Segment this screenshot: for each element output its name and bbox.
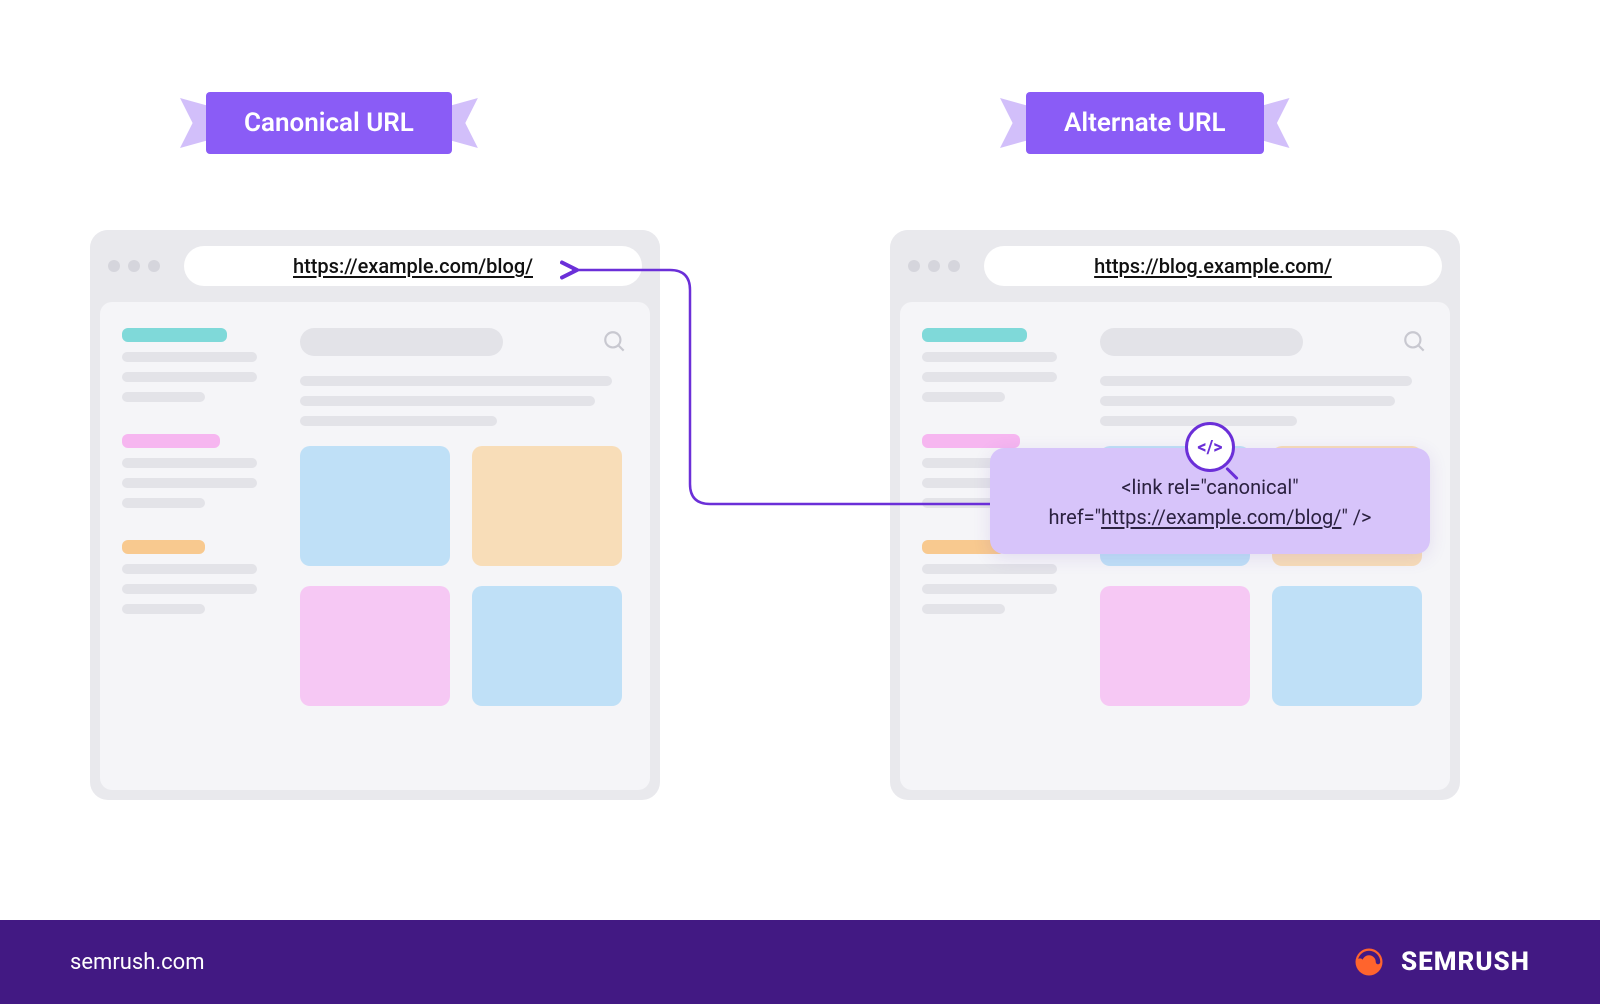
content-tile	[472, 446, 622, 566]
ribbon-label-alternate: Alternate URL	[1026, 92, 1264, 154]
content-tile	[472, 586, 622, 706]
skeleton-bar	[1100, 376, 1412, 386]
skeleton-bar	[922, 434, 1020, 448]
ribbon-label-canonical: Canonical URL	[206, 92, 452, 154]
callout-line1: <link rel="canonical"	[1026, 472, 1394, 502]
skeleton-bar	[922, 328, 1027, 342]
search-row	[1100, 328, 1428, 356]
code-icon-text: </>	[1197, 434, 1222, 461]
callout-line2-prefix: href="	[1048, 505, 1101, 529]
skeleton-bar	[300, 396, 595, 406]
address-bar: https://blog.example.com/	[984, 246, 1442, 286]
skeleton-lines	[300, 376, 628, 426]
skeleton-bar	[922, 604, 1005, 614]
window-dot	[928, 260, 940, 272]
skeleton-bar	[122, 392, 205, 402]
browser-canonical: https://example.com/blog/	[90, 230, 660, 800]
content-tile	[1100, 586, 1250, 706]
browser-bar: https://example.com/blog/	[90, 230, 660, 302]
search-icon	[1402, 329, 1428, 355]
search-pill	[300, 328, 503, 356]
skeleton-bar	[922, 392, 1005, 402]
skeleton-bar	[122, 434, 220, 448]
page-main	[300, 328, 628, 764]
canonical-code-callout: </> <link rel="canonical" href="https://…	[990, 448, 1430, 554]
address-bar: https://example.com/blog/	[184, 246, 642, 286]
window-dot	[948, 260, 960, 272]
window-dot	[108, 260, 120, 272]
code-inspect-icon: </>	[1185, 422, 1235, 472]
skeleton-bar	[300, 376, 612, 386]
page-body	[100, 302, 650, 790]
search-row	[300, 328, 628, 356]
window-dot	[128, 260, 140, 272]
skeleton-bar	[122, 352, 257, 362]
tile-row	[300, 586, 628, 706]
window-dot	[148, 260, 160, 272]
page-sidebar	[122, 328, 272, 764]
callout-line2-suffix: " />	[1341, 505, 1371, 529]
skeleton-bar	[122, 498, 205, 508]
footer-site: semrush.com	[70, 950, 205, 975]
skeleton-bar	[122, 458, 257, 468]
content-tile	[300, 586, 450, 706]
window-controls	[108, 260, 160, 272]
content-tile	[300, 446, 450, 566]
skeleton-bar	[122, 540, 205, 554]
skeleton-bar	[122, 478, 257, 488]
skeleton-bar	[922, 352, 1057, 362]
skeleton-bar	[122, 584, 257, 594]
diagram-canvas: Canonical URL Alternate URL https://exam…	[0, 0, 1600, 1004]
brand: SEMRUSH	[1351, 944, 1530, 980]
callout-line2: href="https://example.com/blog/" />	[1026, 502, 1394, 532]
address-url: https://example.com/blog/	[293, 254, 533, 278]
ribbon-canonical: Canonical URL	[180, 92, 478, 154]
callout-line2-url: https://example.com/blog/	[1101, 505, 1341, 529]
skeleton-bar	[1100, 396, 1395, 406]
tile-row	[300, 446, 628, 566]
skeleton-bar	[300, 416, 497, 426]
browser-bar: https://blog.example.com/	[890, 230, 1460, 302]
skeleton-bar	[122, 604, 205, 614]
skeleton-bar	[922, 372, 1057, 382]
search-pill	[1100, 328, 1303, 356]
brand-name: SEMRUSH	[1401, 947, 1530, 977]
footer: semrush.com SEMRUSH	[0, 920, 1600, 1004]
window-controls	[908, 260, 960, 272]
skeleton-bar	[122, 564, 257, 574]
skeleton-lines	[1100, 376, 1428, 426]
ribbon-alternate: Alternate URL	[1000, 92, 1290, 154]
tile-row	[1100, 586, 1428, 706]
skeleton-bar	[122, 372, 257, 382]
skeleton-bar	[922, 564, 1057, 574]
search-icon	[602, 329, 628, 355]
window-dot	[908, 260, 920, 272]
address-url: https://blog.example.com/	[1094, 254, 1332, 278]
content-tile	[1272, 586, 1422, 706]
skeleton-bar	[922, 584, 1057, 594]
semrush-logo-icon	[1351, 944, 1387, 980]
skeleton-bar	[122, 328, 227, 342]
